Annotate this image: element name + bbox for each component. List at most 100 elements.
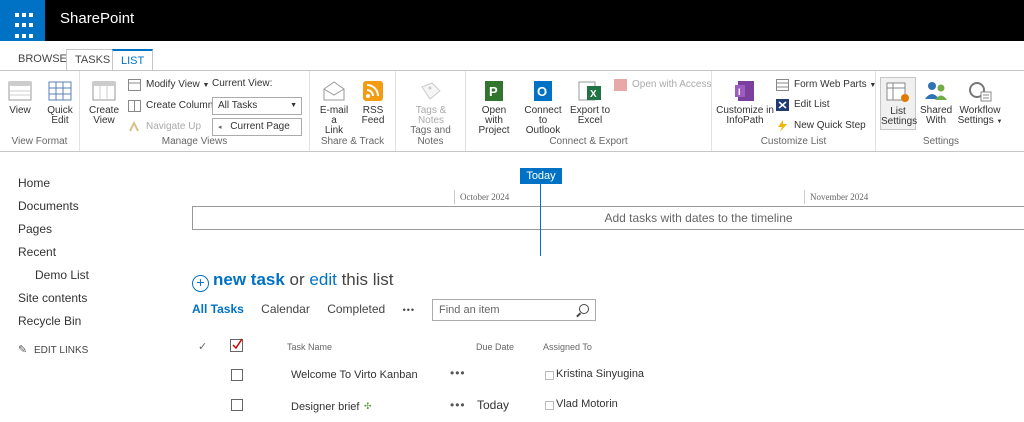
- nav-item-demo-list[interactable]: Demo List: [18, 264, 168, 287]
- chevron-down-icon: ▼: [202, 82, 210, 89]
- edit-list-button[interactable]: Edit List: [776, 97, 830, 113]
- export-to-excel-button[interactable]: X Export to Excel: [568, 79, 612, 126]
- column-task-name[interactable]: Task Name: [287, 342, 332, 352]
- view-label: View: [9, 105, 31, 116]
- search-placeholder: Find an item: [439, 304, 500, 316]
- create-view-button[interactable]: Create View: [88, 79, 120, 126]
- month-divider: [804, 190, 805, 204]
- row-checkbox[interactable]: [231, 399, 243, 411]
- nav-item-home[interactable]: Home: [18, 172, 168, 195]
- form-web-parts-button[interactable]: Form Web Parts ▼: [776, 77, 876, 93]
- workflow-label-2: Settings: [957, 115, 994, 126]
- add-icon[interactable]: +: [192, 275, 209, 292]
- customize-infopath-button[interactable]: I Customize in InfoPath: [716, 79, 774, 126]
- group-share-track: E-mail a Link RSS Feed Share & Track: [310, 71, 396, 151]
- new-task-link[interactable]: new task: [213, 270, 285, 289]
- new-task-bar: + new task or edit this list: [192, 270, 394, 292]
- rss-icon: [360, 79, 386, 103]
- today-marker-line: [540, 184, 541, 256]
- new-quick-step-label: New Quick Step: [794, 120, 866, 131]
- app-launcher-icon[interactable]: [0, 0, 45, 41]
- assigned-person[interactable]: Kristina Sinyugina: [545, 368, 644, 380]
- group-label-customize-list: Customize List: [760, 136, 827, 147]
- group-label-view-format: View Format: [11, 136, 68, 147]
- checkmark-icon[interactable]: ✓: [198, 340, 207, 353]
- group-customize-list: I Customize in InfoPath Form Web Parts ▼…: [712, 71, 876, 151]
- infopath-icon: I: [732, 79, 758, 103]
- open-with-access-button[interactable]: Open with Access: [614, 77, 711, 93]
- nav-item-pages[interactable]: Pages: [18, 218, 168, 241]
- current-page-button[interactable]: ◂ Current Page: [212, 118, 302, 136]
- current-page-label: Current Page: [230, 121, 290, 132]
- nav-item-site-contents[interactable]: Site contents: [18, 287, 168, 310]
- email-label-2: Link: [324, 125, 344, 136]
- outlook-label-1: Connect to: [524, 105, 562, 126]
- row-checkbox[interactable]: [231, 369, 243, 381]
- timeline-month-november: November 2024: [810, 192, 869, 202]
- outlook-icon: O: [530, 79, 556, 103]
- quick-edit-icon: [47, 79, 73, 103]
- group-label-share-track: Share & Track: [320, 136, 385, 147]
- group-label-connect-export: Connect & Export: [549, 136, 628, 147]
- view-selector: All Tasks Calendar Completed •••: [192, 302, 429, 316]
- email-link-button[interactable]: E-mail a Link: [316, 79, 352, 136]
- current-view-label: Current View:: [212, 78, 273, 89]
- group-manage-views: Create View Modify View ▼ Create Column …: [80, 71, 310, 151]
- current-view-select[interactable]: All Tasks ▼: [212, 97, 302, 115]
- select-all-checkbox[interactable]: [230, 338, 244, 354]
- search-icon[interactable]: [579, 304, 589, 314]
- email-label-1: E-mail a: [319, 105, 349, 126]
- edit-list-link[interactable]: edit: [309, 270, 336, 289]
- new-quick-step-button[interactable]: New Quick Step: [776, 118, 866, 134]
- svg-text:X: X: [590, 89, 597, 100]
- project-icon: P: [481, 79, 507, 103]
- view-all-tasks[interactable]: All Tasks: [192, 302, 244, 316]
- create-column-label: Create Column: [146, 100, 214, 111]
- create-column-button[interactable]: Create Column: [128, 98, 213, 114]
- nav-item-recycle-bin[interactable]: Recycle Bin: [18, 310, 168, 333]
- column-assigned-to[interactable]: Assigned To: [543, 342, 592, 352]
- assigned-person[interactable]: Vlad Motorin: [545, 398, 618, 410]
- shared-with-label-2: With: [926, 115, 946, 126]
- column-due-date[interactable]: Due Date: [476, 342, 514, 352]
- infopath-label-2: InfoPath: [726, 115, 764, 126]
- view-button[interactable]: View: [6, 79, 34, 116]
- workflow-settings-button[interactable]: Workflow Settings ▼: [956, 79, 1004, 127]
- tab-list[interactable]: LIST: [112, 49, 154, 71]
- table-row[interactable]: Welcome To Virto Kanban ••• Kristina Sin…: [0, 366, 1024, 392]
- quick-launch-nav: Home Documents Pages Recent Demo List Si…: [18, 172, 168, 356]
- this-list-text: this list: [341, 270, 394, 289]
- nav-item-recent[interactable]: Recent: [18, 241, 168, 264]
- navigate-up-button[interactable]: Navigate Up: [128, 119, 201, 135]
- modify-view-button[interactable]: Modify View ▼: [128, 77, 209, 93]
- table-row[interactable]: Designer brief ✣ ••• Today Vlad Motorin: [0, 396, 1024, 422]
- modify-view-label: Modify View: [146, 79, 200, 90]
- navigate-up-icon: [128, 120, 141, 133]
- view-completed[interactable]: Completed: [327, 302, 385, 316]
- suite-bar: SharePoint: [0, 0, 1024, 41]
- create-view-label-2: View: [93, 115, 115, 126]
- rss-feed-button[interactable]: RSS Feed: [358, 79, 388, 126]
- row-menu-ellipsis[interactable]: •••: [450, 398, 466, 412]
- app-title[interactable]: SharePoint: [60, 10, 134, 27]
- group-label-manage-views: Manage Views: [161, 136, 228, 147]
- ribbon-tabs: BROWSE TASKS LIST: [0, 41, 1024, 71]
- quick-edit-button[interactable]: Quick Edit: [44, 79, 76, 126]
- task-name[interactable]: Designer brief: [291, 401, 359, 413]
- connect-to-outlook-button[interactable]: O Connect to Outlook: [520, 79, 566, 136]
- list-settings-button[interactable]: List Settings: [880, 77, 917, 130]
- svg-text:O: O: [537, 84, 547, 99]
- tags-notes-button[interactable]: Tags & Notes: [412, 79, 450, 126]
- outlook-label-2: Outlook: [525, 125, 561, 136]
- timeline-bar[interactable]: Add tasks with dates to the timeline: [192, 206, 1024, 230]
- shared-with-button[interactable]: Shared With: [920, 79, 952, 126]
- row-menu-ellipsis[interactable]: •••: [450, 366, 466, 380]
- task-name[interactable]: Welcome To Virto Kanban: [291, 369, 418, 381]
- group-connect-export: P Open with Project O Connect to Outlook…: [466, 71, 712, 151]
- nav-item-documents[interactable]: Documents: [18, 195, 168, 218]
- search-input[interactable]: Find an item: [432, 299, 596, 321]
- open-with-project-button[interactable]: P Open with Project: [472, 79, 516, 136]
- view-calendar[interactable]: Calendar: [261, 302, 310, 316]
- group-label-tags-notes: Tags and Notes: [410, 125, 451, 147]
- more-views-ellipsis[interactable]: •••: [403, 305, 415, 315]
